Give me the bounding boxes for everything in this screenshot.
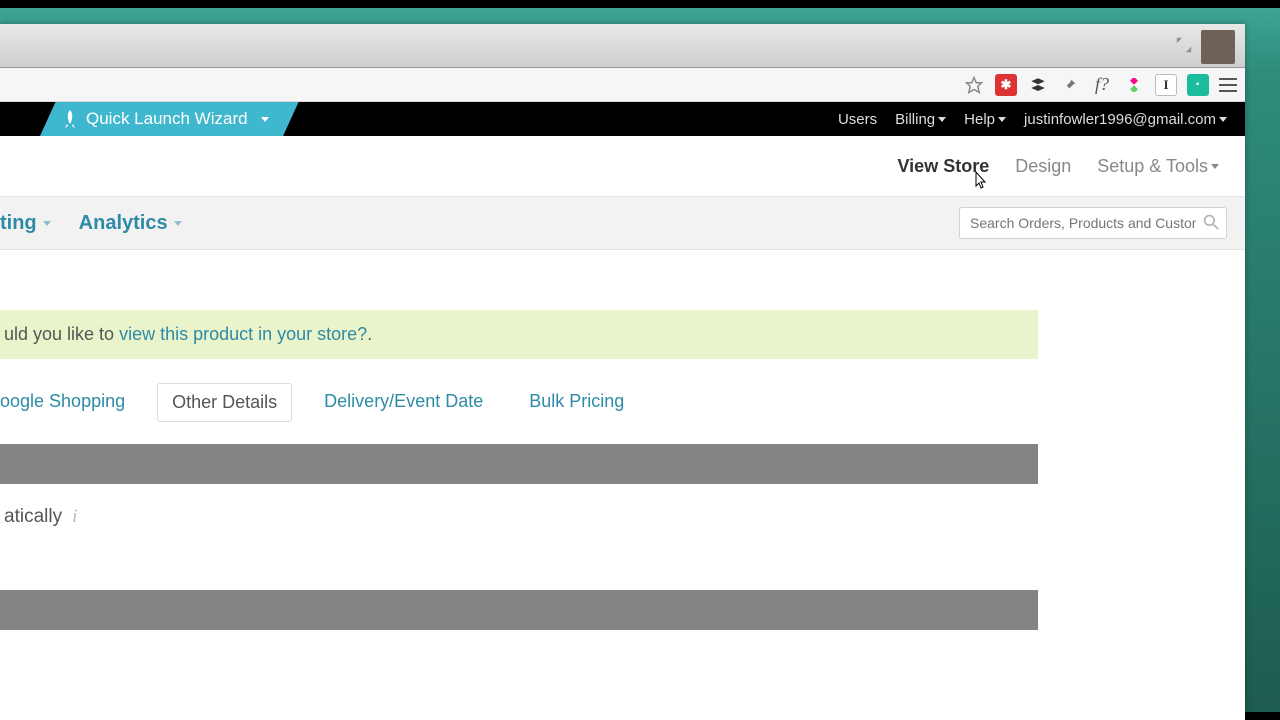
ext-diamond-icon[interactable] (1123, 74, 1145, 96)
sub-nav: ting Analytics (0, 196, 1245, 250)
subnav-analytics[interactable]: Analytics (79, 212, 182, 235)
chrome-profile-avatar[interactable] (1201, 30, 1235, 64)
ext-stack-icon[interactable] (1027, 74, 1049, 96)
nav-account[interactable]: justinfowler1996@gmail.com (1024, 111, 1227, 128)
topbar-right: Users Billing Help justinfowler1996@gmai… (838, 111, 1245, 128)
nav-billing[interactable]: Billing (895, 111, 946, 128)
view-product-link[interactable]: view this product in your store? (119, 324, 367, 344)
option-row: atically i (0, 484, 1245, 550)
window-titlebar (0, 24, 1245, 68)
option-label: atically (4, 506, 62, 527)
quick-launch-wizard[interactable]: Quick Launch Wizard (40, 102, 299, 136)
ext-teal-icon[interactable]: · (1187, 74, 1209, 96)
info-icon[interactable]: i (72, 506, 77, 527)
star-icon[interactable] (963, 74, 985, 96)
tab-bulk-pricing[interactable]: Bulk Pricing (515, 383, 638, 422)
chrome-menu-icon[interactable] (1219, 78, 1237, 92)
chevron-down-icon (1211, 164, 1219, 169)
chevron-down-icon (261, 117, 269, 122)
page-content: uld you like to view this product in you… (0, 250, 1245, 720)
letterbox-top (0, 0, 1280, 8)
nav-view-store[interactable]: View Store (898, 156, 990, 177)
browser-toolbar: ✱ f? I · (0, 68, 1245, 102)
search-icon (1203, 214, 1219, 230)
section-header-2 (0, 590, 1038, 630)
nav-help[interactable]: Help (964, 111, 1006, 128)
subnav-item-partial[interactable]: ting (0, 212, 51, 235)
app-topbar: Quick Launch Wizard Users Billing Help j… (0, 102, 1245, 136)
ext-instapaper-icon[interactable]: I (1155, 74, 1177, 96)
tab-other-details[interactable]: Other Details (157, 383, 292, 422)
product-tabs: oogle Shopping Other Details Delivery/Ev… (0, 383, 1245, 422)
rocket-icon (64, 110, 76, 128)
ext-red-icon[interactable]: ✱ (995, 74, 1017, 96)
section-header-1 (0, 444, 1038, 484)
search-wrap (959, 207, 1227, 239)
chevron-down-icon (174, 221, 182, 226)
chevron-down-icon (43, 221, 51, 226)
tab-delivery-date[interactable]: Delivery/Event Date (310, 383, 497, 422)
browser-window: ✱ f? I · Quick Launch Wizard Users Billi… (0, 24, 1245, 720)
ext-font-icon[interactable]: f? (1091, 74, 1113, 96)
nav-users[interactable]: Users (838, 111, 877, 128)
chevron-down-icon (938, 117, 946, 122)
alert-text-suffix: . (367, 324, 372, 344)
alert-text-prefix: uld you like to (4, 324, 119, 344)
main-nav: View Store Design Setup & Tools (0, 136, 1245, 196)
quick-launch-label: Quick Launch Wizard (86, 109, 248, 129)
nav-setup-tools[interactable]: Setup & Tools (1097, 156, 1219, 177)
tab-google-shopping[interactable]: oogle Shopping (0, 383, 139, 422)
ext-pin-icon[interactable] (1059, 74, 1081, 96)
nav-design[interactable]: Design (1015, 156, 1071, 177)
search-input[interactable] (959, 207, 1227, 239)
chevron-down-icon (998, 117, 1006, 122)
fullscreen-icon[interactable] (1175, 36, 1193, 54)
chevron-down-icon (1219, 117, 1227, 122)
success-alert: uld you like to view this product in you… (0, 310, 1038, 359)
